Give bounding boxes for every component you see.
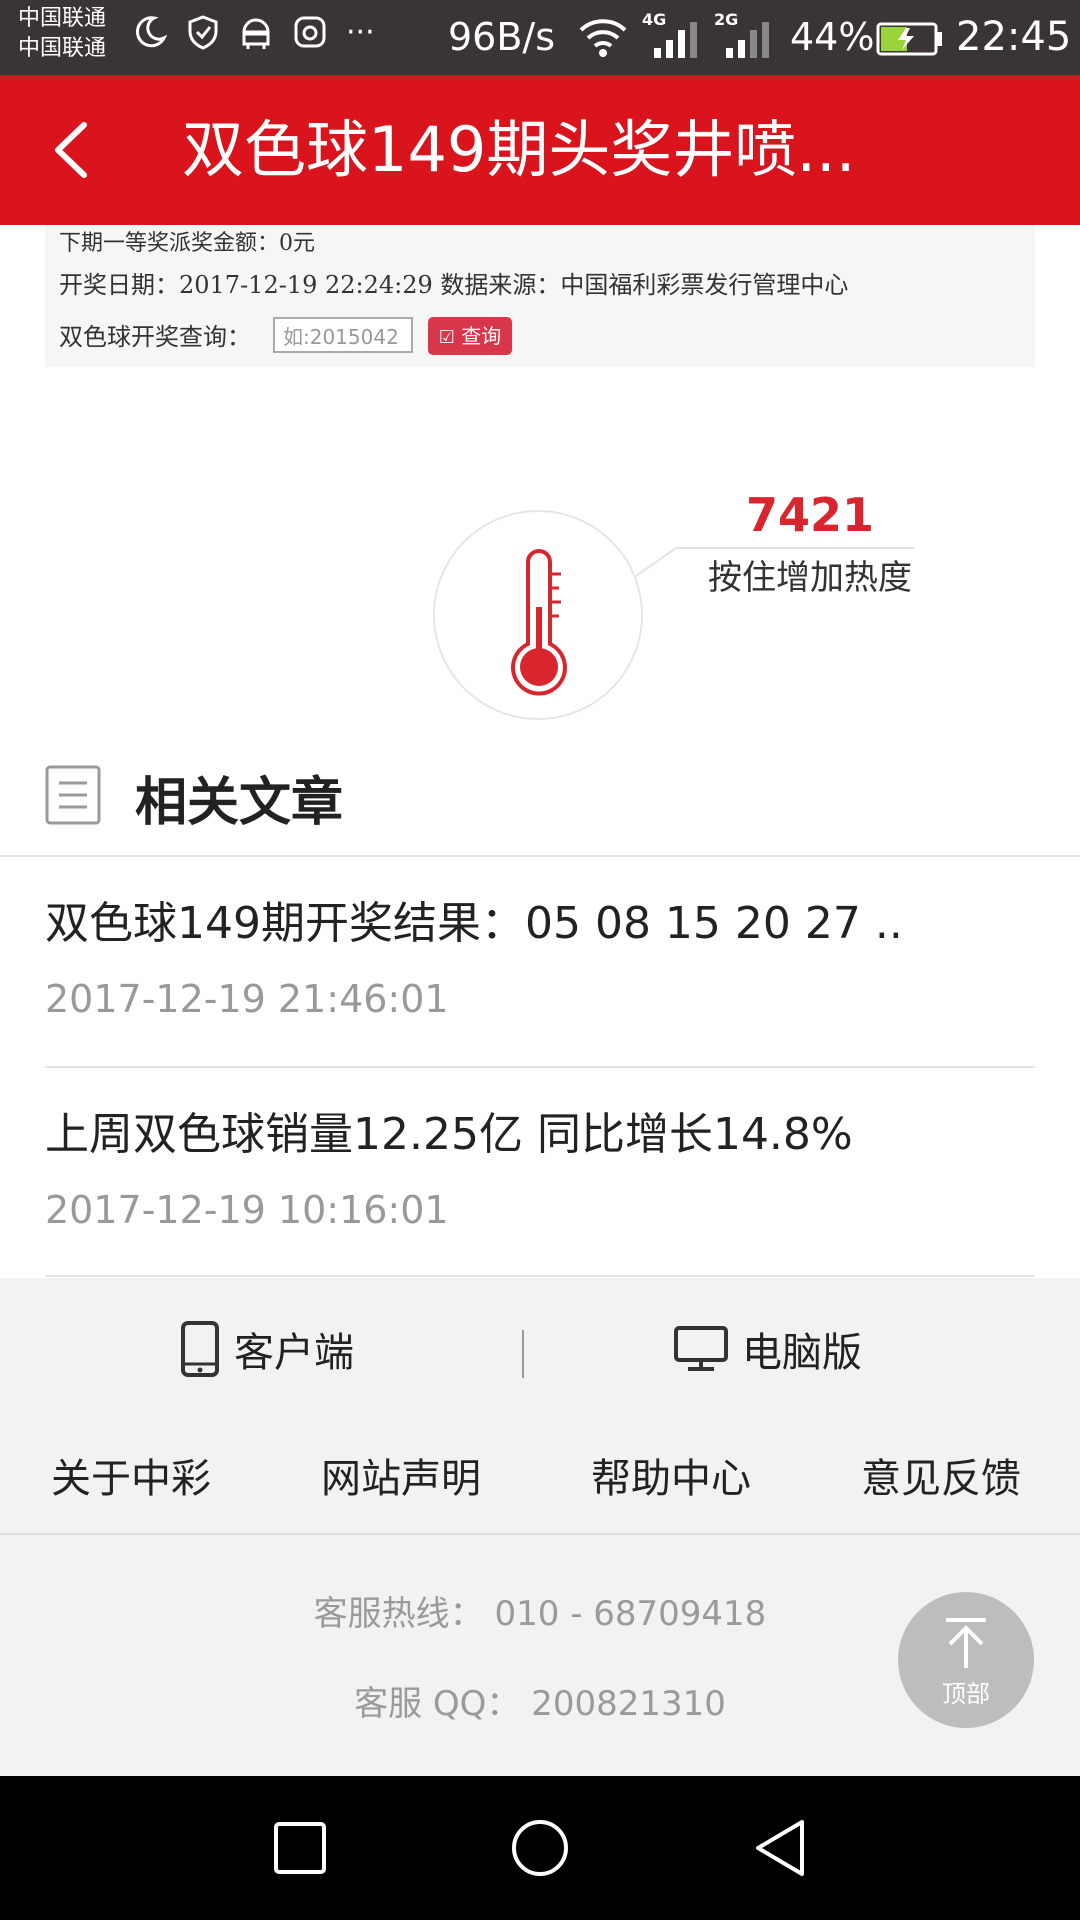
system-nav-bar xyxy=(0,1776,1080,1920)
query-button-label: 查询 xyxy=(461,324,502,348)
signal-4g-icon: 4G xyxy=(642,10,702,60)
statement-link[interactable]: 网站声明 xyxy=(321,1446,481,1504)
query-button[interactable]: ☑ 查询 xyxy=(428,317,512,355)
client-link[interactable]: 客户端 xyxy=(180,1314,354,1384)
pc-link[interactable]: 电脑版 xyxy=(674,1314,862,1384)
draw-date-text: 开奖日期：2017-12-19 22:24:29 数据来源：中国福利彩票发行管理… xyxy=(59,271,849,299)
heat-label: 按住增加热度 xyxy=(708,558,912,598)
carrier-1: 中国联通 xyxy=(18,6,107,31)
huawei-icon xyxy=(294,16,326,48)
monitor-icon xyxy=(674,1326,728,1371)
divider xyxy=(0,1533,1080,1535)
signal-2g-icon: 2G xyxy=(714,10,774,60)
more-icon: ··· xyxy=(346,14,375,50)
back-nav-icon[interactable] xyxy=(752,1818,808,1878)
divider xyxy=(45,1275,1035,1277)
back-to-top-label: 顶部 xyxy=(942,1680,990,1708)
pc-label: 电脑版 xyxy=(742,1330,862,1376)
list-item[interactable]: 双色球149期开奖结果：05 08 15 20 27 .. 2017-12-19… xyxy=(0,857,1080,1067)
android-icon xyxy=(242,18,270,49)
net-speed: 96B/s xyxy=(448,15,556,59)
feedback-link[interactable]: 意见反馈 xyxy=(861,1446,1021,1504)
document-icon xyxy=(45,765,101,825)
check-icon: ☑ xyxy=(438,327,455,348)
heat-button[interactable] xyxy=(433,510,643,720)
app-header: 双色球149期头奖井喷... xyxy=(0,75,1080,225)
arrow-up-icon xyxy=(946,1618,986,1668)
article-title: 双色球149期开奖结果：05 08 15 20 27 .. xyxy=(45,898,903,949)
back-button[interactable] xyxy=(40,115,110,185)
next-prize-text: 下期一等奖派奖金额：0元 xyxy=(59,231,315,256)
status-bar: 中国联通 中国联通 ··· 96B/s 4G 2G 44% 22:45 xyxy=(0,0,1080,75)
battery-percent: 44% xyxy=(790,15,875,59)
carrier-info: 中国联通 中国联通 xyxy=(18,4,106,64)
list-item[interactable]: 上周双色球销量12.25亿 同比增长14.8% 2017-12-19 10:16… xyxy=(0,1068,1080,1276)
article-time: 2017-12-19 21:46:01 xyxy=(45,977,449,1021)
shield-icon xyxy=(188,15,218,50)
status-icons: ··· xyxy=(132,14,375,50)
home-icon[interactable] xyxy=(510,1818,570,1878)
lottery-info-image: 下期一等奖派奖金额：0元 开奖日期：2017-12-19 22:24:29 数据… xyxy=(45,225,1035,367)
moon-icon xyxy=(135,16,168,48)
query-label: 双色球开奖查询： xyxy=(59,323,251,351)
wifi-icon xyxy=(579,19,627,57)
page-title: 双色球149期头奖井喷... xyxy=(182,113,856,186)
battery-icon xyxy=(876,22,942,56)
clock: 22:45 xyxy=(956,14,1072,60)
recent-apps-icon[interactable] xyxy=(272,1820,328,1876)
client-label: 客户端 xyxy=(234,1330,354,1376)
article-title: 上周双色球销量12.25亿 同比增长14.8% xyxy=(45,1109,853,1160)
help-center-link[interactable]: 帮助中心 xyxy=(591,1446,751,1504)
about-link[interactable]: 关于中彩 xyxy=(51,1446,211,1504)
back-to-top-button[interactable]: 顶部 xyxy=(898,1592,1034,1728)
article-time: 2017-12-19 10:16:01 xyxy=(45,1188,449,1232)
vertical-divider xyxy=(522,1330,524,1378)
carrier-2: 中国联通 xyxy=(18,36,107,61)
related-articles-title: 相关文章 xyxy=(135,773,344,833)
issue-query-input[interactable]: 如:2015042 xyxy=(273,317,413,353)
thermometer-icon xyxy=(511,549,567,696)
heat-count: 7421 xyxy=(745,488,875,542)
phone-icon xyxy=(181,1321,219,1377)
